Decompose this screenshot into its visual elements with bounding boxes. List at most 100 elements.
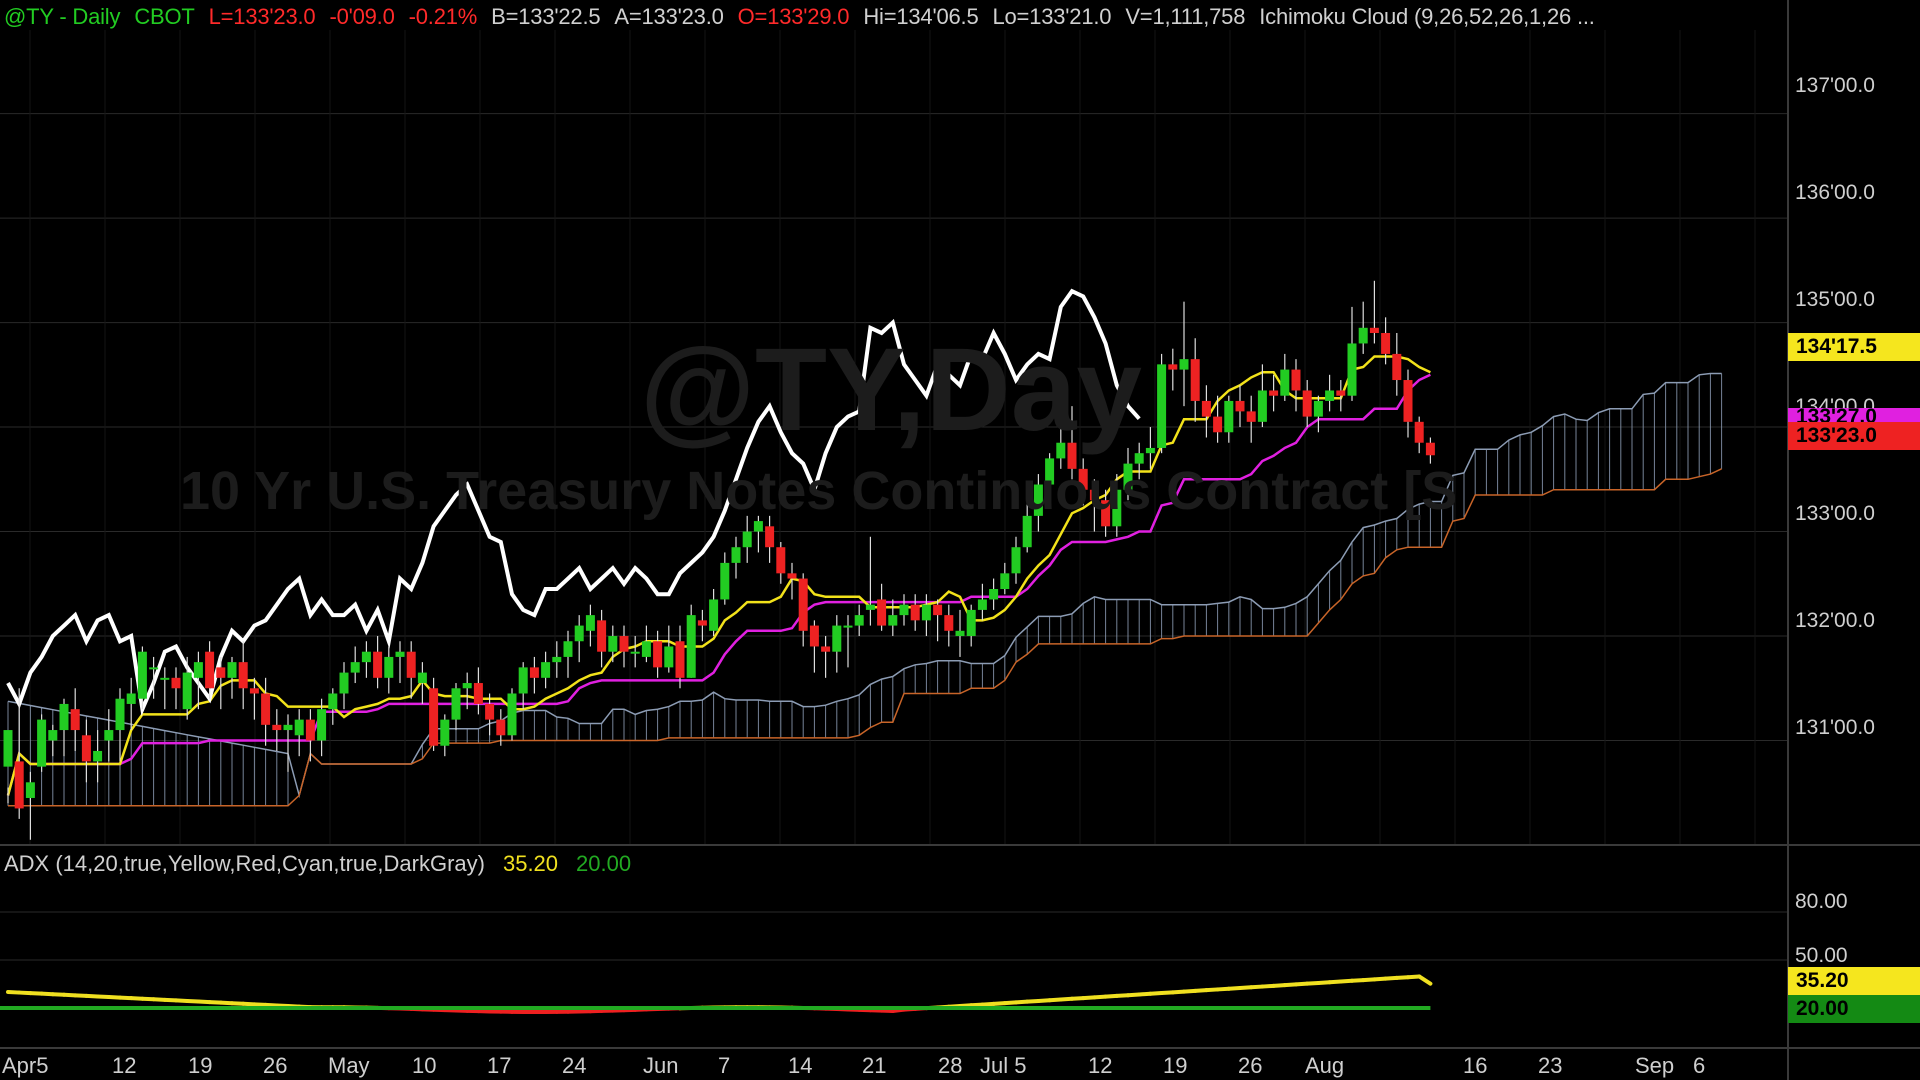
time-axis-label: 6: [1693, 1053, 1706, 1078]
price-axis-label: 132'00.0: [1795, 609, 1875, 632]
candle-body: [137, 651, 147, 699]
candle-body: [1313, 400, 1323, 417]
candle-body: [238, 662, 248, 689]
candle-body: [563, 641, 573, 657]
candle-body: [249, 688, 259, 694]
candle-body: [1257, 390, 1267, 422]
price-header: @TY - Daily CBOT L=133'23.0 -0'09.0 -0.21% B=…: [4, 4, 1609, 30]
time-axis-label: Sep: [1635, 1053, 1675, 1078]
candle-body: [686, 615, 696, 678]
time-axis-label: 16: [1463, 1053, 1488, 1078]
candle-body: [440, 719, 450, 746]
candle-body: [843, 625, 853, 628]
candle-body: [104, 730, 114, 741]
time-axis-label: 23: [1538, 1053, 1563, 1078]
candle-body: [1381, 333, 1391, 354]
time-axis-label: Jul 5: [980, 1053, 1027, 1078]
candle-body: [149, 667, 159, 670]
candle-body: [731, 547, 741, 563]
ask-price: A=133'23.0: [614, 4, 724, 29]
candle-body: [205, 651, 215, 689]
adx-line-segment: [1417, 974, 1433, 986]
candle-body: [888, 615, 898, 626]
candle-body: [283, 724, 293, 731]
candle-body: [1403, 380, 1413, 422]
candle-body: [933, 604, 943, 616]
candle-body: [776, 547, 786, 574]
watermark-description: 10 Yr U.S. Treasury Notes Continuous Con…: [180, 461, 1458, 521]
study-label[interactable]: Ichimoku Cloud (9,26,52,26,1,26 ...: [1259, 4, 1595, 29]
candle-body: [966, 609, 976, 637]
candle-body: [339, 672, 349, 694]
last-price: L=133'23.0: [208, 4, 316, 29]
candle-body: [115, 698, 125, 731]
adx-threshold-value: 20.00: [576, 851, 632, 876]
candle-body: [261, 693, 271, 725]
adx-value-tag: 35.20: [1788, 967, 1920, 995]
time-axis-label: Aug: [1305, 1053, 1345, 1078]
candle-body: [619, 636, 629, 652]
candle-body: [417, 672, 427, 684]
candle-body: [507, 693, 517, 736]
price-axis-label: 135'00.0: [1795, 288, 1875, 311]
candle-body: [977, 599, 987, 610]
candle-body: [1213, 416, 1223, 433]
candle-body: [877, 599, 887, 626]
candle-body: [81, 735, 91, 762]
trading-chart-window: @TY,Day 10 Yr U.S. Treasury Notes Contin…: [0, 0, 1920, 1080]
bid-price: B=133'22.5: [491, 4, 601, 29]
candle-body: [765, 526, 775, 548]
candle-body: [59, 703, 69, 731]
candle-body: [989, 589, 999, 600]
candle-body: [406, 651, 416, 678]
candle-body: [1000, 573, 1010, 590]
candle-body: [70, 709, 80, 731]
adx-axis-label: 50.00: [1795, 944, 1848, 967]
candle-body: [798, 578, 808, 631]
adx-value: 35.20: [502, 851, 559, 876]
price-axis-label: 133'00.0: [1795, 502, 1875, 525]
time-axis-label: Apr5: [2, 1053, 49, 1078]
candle-body: [1425, 442, 1435, 456]
chart-canvas[interactable]: [0, 0, 1920, 1080]
candle-body: [25, 782, 35, 798]
candle-body: [1358, 327, 1368, 344]
candle-body: [1347, 343, 1357, 396]
candle-body: [373, 651, 383, 678]
symbol-label[interactable]: @TY - Daily: [4, 4, 121, 29]
candle-body: [93, 750, 103, 762]
candle-body: [585, 615, 595, 631]
candle-body: [753, 521, 763, 532]
candle-body: [171, 677, 181, 689]
candle-body: [1414, 421, 1424, 443]
time-axis-label: 19: [1163, 1053, 1188, 1078]
high-price: Hi=134'06.5: [863, 4, 979, 29]
candle-body: [37, 719, 47, 767]
time-axis-label: May: [328, 1053, 370, 1078]
time-axis-label: 10: [412, 1053, 437, 1078]
candle-body: [865, 604, 875, 610]
candle-body: [182, 672, 192, 710]
candle-body: [485, 703, 495, 720]
candle-body: [910, 604, 920, 621]
candle-body: [899, 604, 909, 616]
candle-body: [1145, 447, 1155, 454]
candle-body: [921, 604, 931, 621]
watermark-symbol: @TY,Day: [640, 324, 1143, 456]
percent-change: -0.21%: [408, 4, 478, 29]
candle-body: [1157, 364, 1167, 448]
candle-body: [317, 709, 327, 741]
time-axis-label: 21: [862, 1053, 887, 1078]
price-axis-label: 137'00.0: [1795, 74, 1875, 97]
candle-body: [1280, 369, 1290, 396]
time-axis-label: 19: [188, 1053, 213, 1078]
time-axis-label: 24: [562, 1053, 587, 1078]
candle-body: [496, 719, 506, 736]
open-price: O=133'29.0: [737, 4, 850, 29]
low-price: Lo=133'21.0: [992, 4, 1112, 29]
candle-body: [529, 667, 539, 678]
candle-body: [518, 667, 528, 694]
adx-study-label[interactable]: ADX (14,20,true,Yellow,Red,Cyan,true,Dar…: [4, 851, 485, 876]
candle-body: [742, 531, 752, 548]
candle-body: [216, 667, 226, 678]
